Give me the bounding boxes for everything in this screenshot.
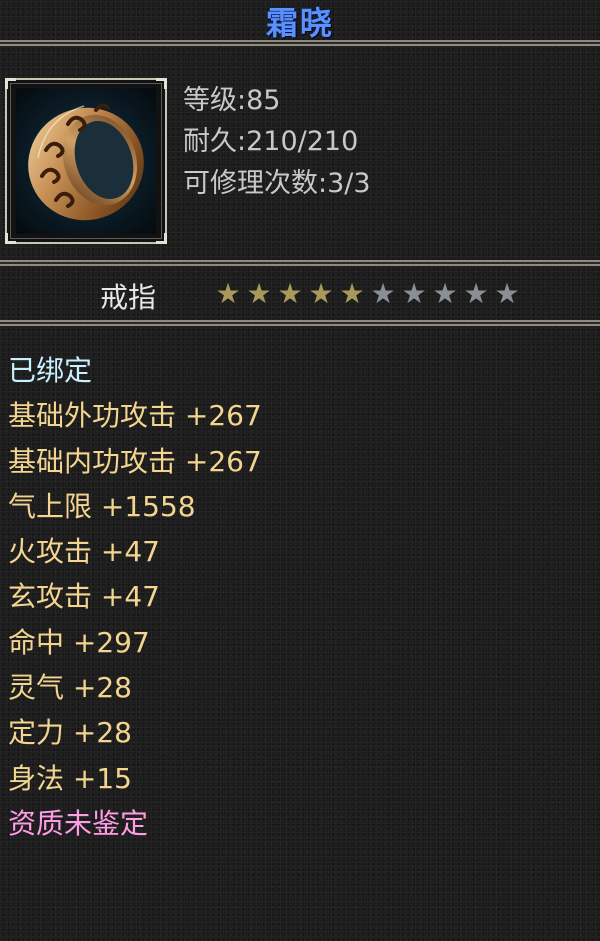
item-name: 霜晓 <box>265 4 334 42</box>
bound-status: 已绑定 <box>8 354 93 387</box>
frame-corner <box>156 78 167 89</box>
attribute-line: 命中 +297 <box>8 625 150 659</box>
attribute-line: 玄攻击 +47 <box>8 580 160 614</box>
attribute-line: 灵气 +28 <box>8 671 132 705</box>
star-rating: ★ ★ ★ ★ ★ ★ ★ ★ ★ ★ <box>214 280 521 308</box>
attribute-line: 基础内功攻击 +267 <box>8 444 262 478</box>
bronze-ring-icon <box>16 88 156 234</box>
bottom-divider <box>0 320 600 326</box>
frame-corner <box>156 233 167 244</box>
star-filled-icon: ★ <box>277 277 303 310</box>
item-level: 等级:85 <box>183 85 281 116</box>
frame-corner <box>5 233 16 244</box>
item-tooltip: 霜晓 等级:85 耐久:210/210 可修理次数:3/3 戒指 ★ ★ ★ ★… <box>0 0 600 941</box>
ring-graphic <box>28 103 144 221</box>
star-filled-icon: ★ <box>246 277 272 310</box>
attribute-list: 已绑定基础外功攻击 +267 基础内功攻击 +267 气上限 +1558 火攻击 +4… <box>8 348 262 846</box>
middle-divider <box>0 260 600 266</box>
item-icon-slot[interactable] <box>5 78 167 244</box>
item-repair-count: 可修理次数:3/3 <box>183 168 371 199</box>
attribute-line: 定力 +28 <box>8 716 132 750</box>
attribute-line: 身法 +15 <box>8 761 132 795</box>
attribute-line: 基础外功攻击 +267 <box>8 399 262 433</box>
quality-status: 资质未鉴定 <box>8 806 149 840</box>
star-empty-icon: ★ <box>370 277 396 310</box>
star-filled-icon: ★ <box>215 277 241 310</box>
item-type: 戒指 <box>100 281 157 314</box>
frame-corner <box>5 78 16 89</box>
star-empty-icon: ★ <box>432 277 458 310</box>
star-empty-icon: ★ <box>494 277 520 310</box>
star-empty-icon: ★ <box>401 277 427 310</box>
attribute-line: 气上限 +1558 <box>8 489 196 523</box>
star-filled-icon: ★ <box>339 277 365 310</box>
star-filled-icon: ★ <box>308 277 334 310</box>
attribute-line: 火攻击 +47 <box>8 535 160 569</box>
item-durability: 耐久:210/210 <box>183 126 359 157</box>
star-empty-icon: ★ <box>463 277 489 310</box>
top-divider <box>0 40 600 46</box>
